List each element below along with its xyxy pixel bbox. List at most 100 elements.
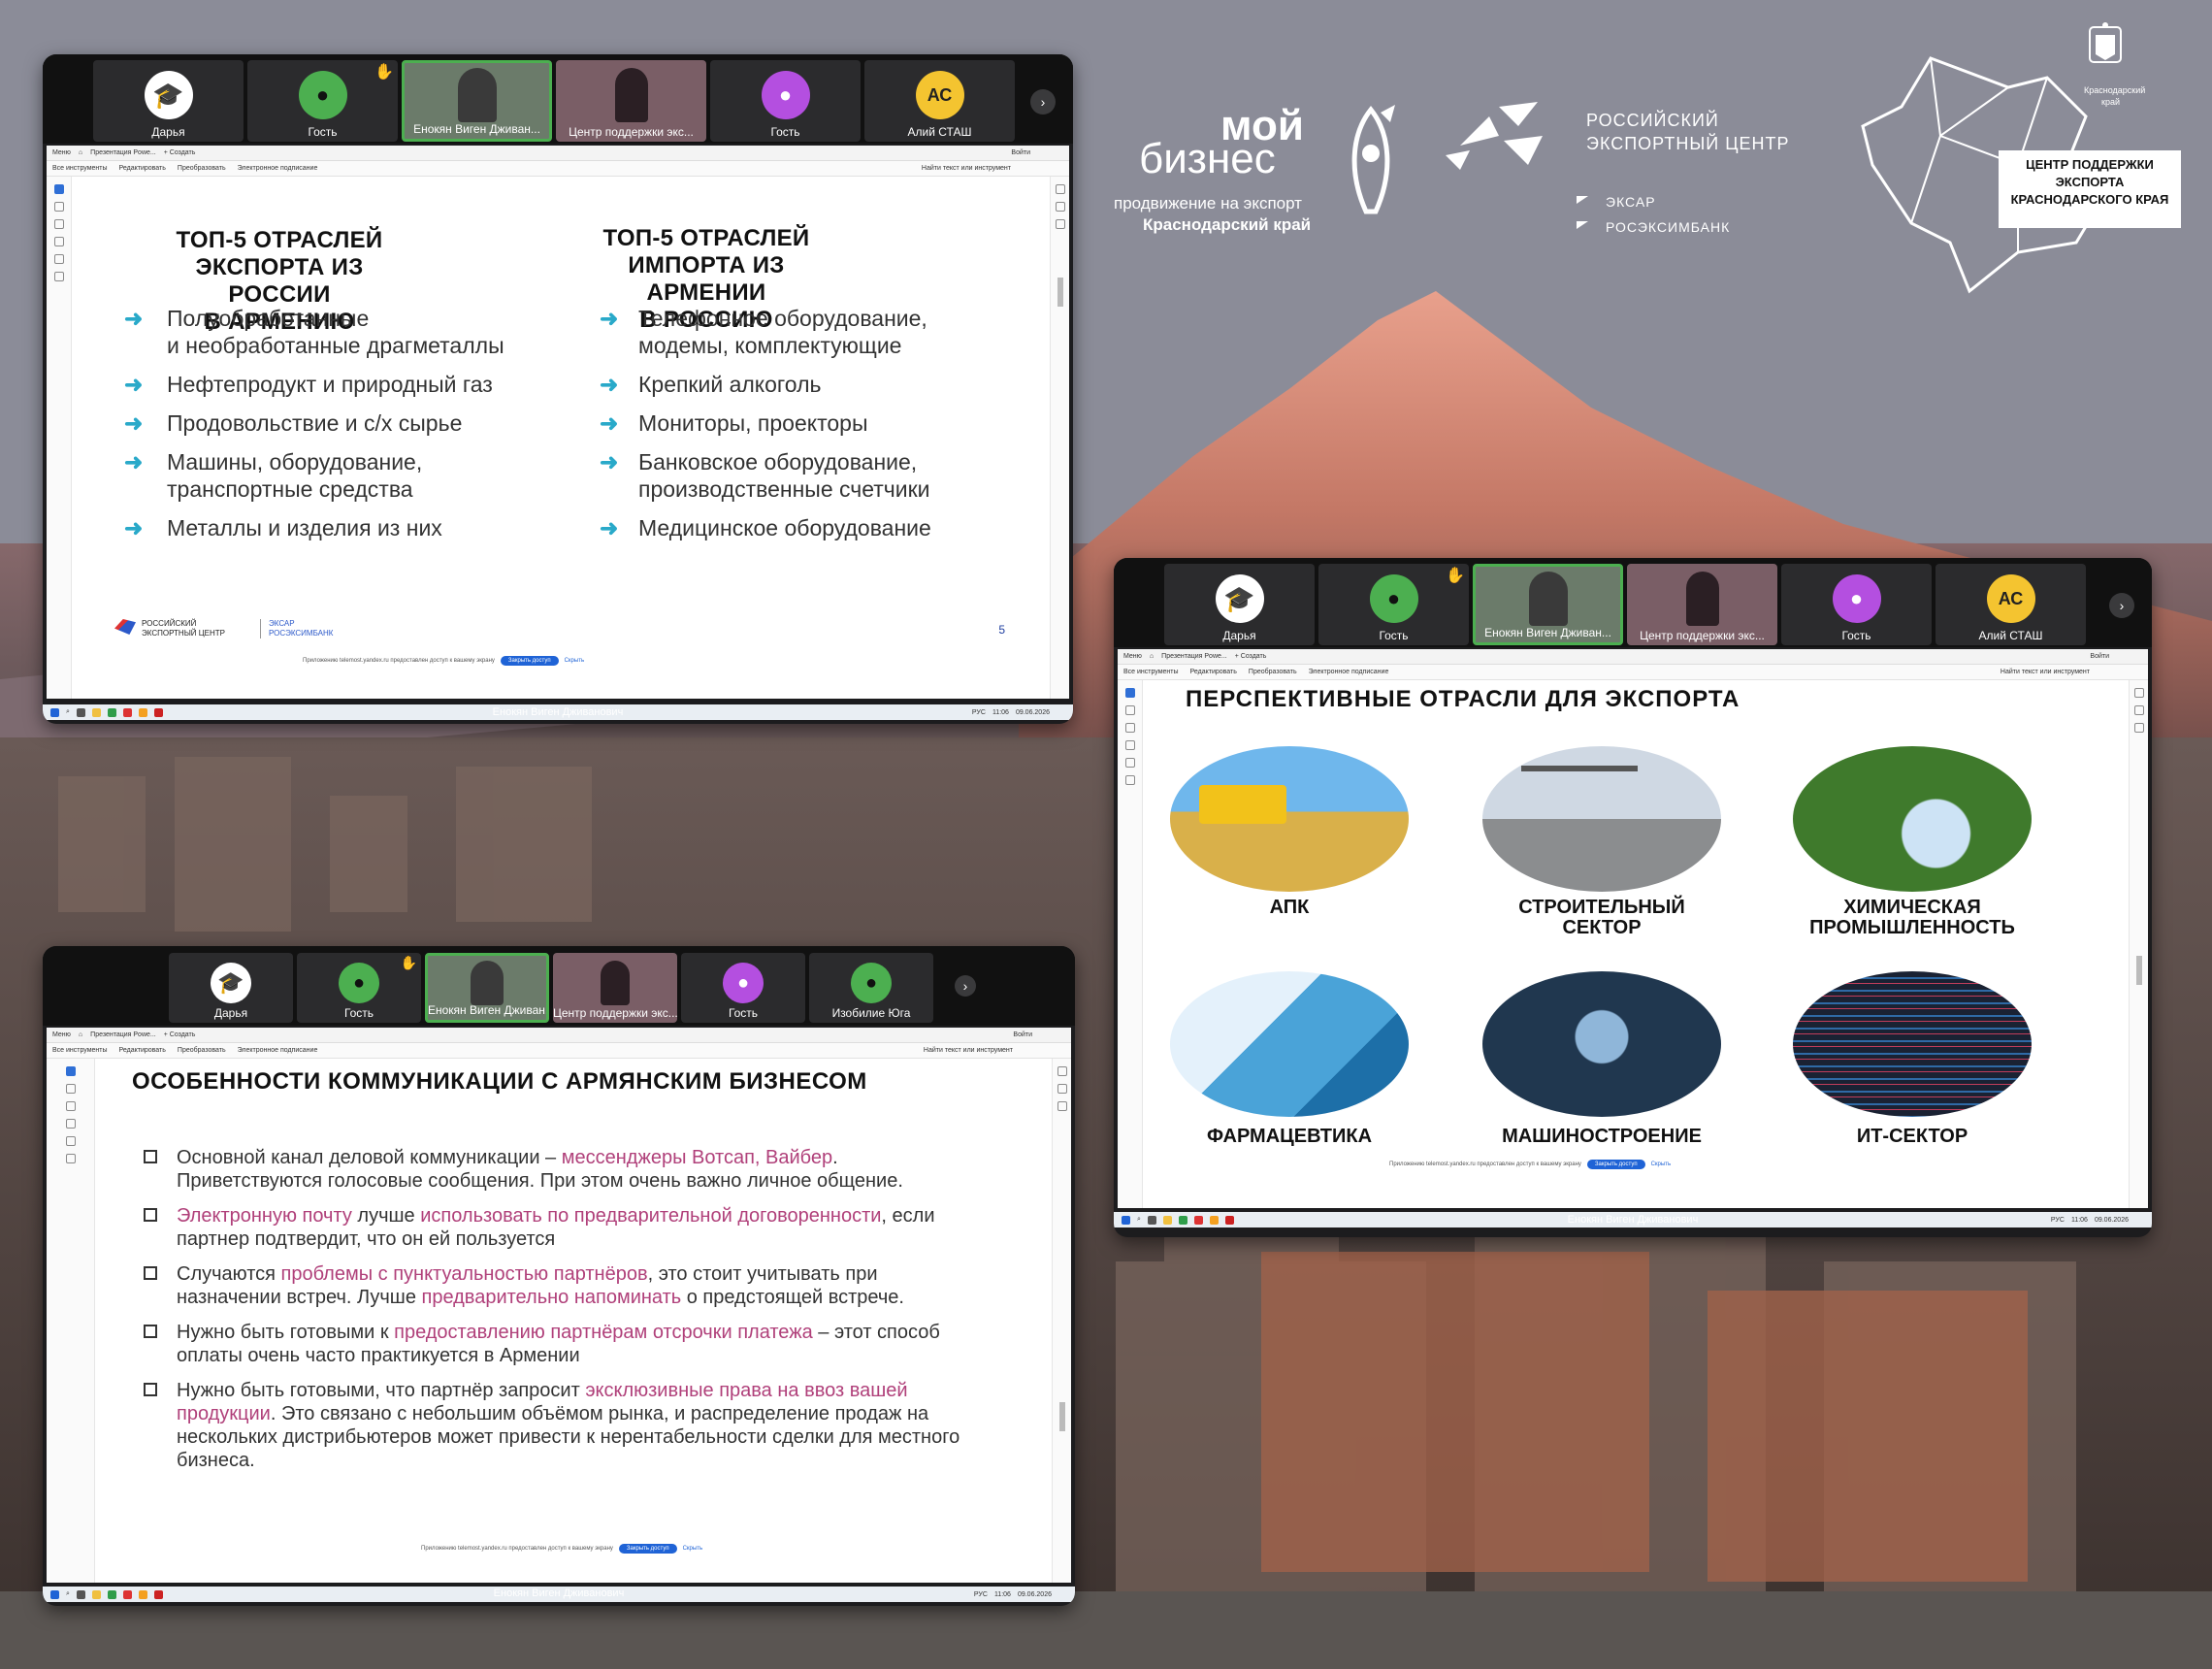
- stop-sharing-button[interactable]: Закрыть доступ: [500, 656, 559, 666]
- tool-esign[interactable]: Электронное подписание: [238, 165, 318, 172]
- highlight-icon[interactable]: [53, 237, 64, 246]
- sign-icon[interactable]: [65, 1154, 76, 1163]
- participant-tile[interactable]: 🎓 Дарья: [169, 953, 293, 1023]
- slide-page: ПЕРСПЕКТИВНЫЕ ОТРАСЛИ ДЛЯ ЭКСПОРТА АПК С…: [1147, 680, 2125, 1208]
- chevron-right-icon[interactable]: ›: [955, 975, 976, 997]
- participant-tile[interactable]: ● Гость: [681, 953, 805, 1023]
- tool-convert[interactable]: Преобразовать: [178, 1047, 226, 1054]
- tool-convert[interactable]: Преобразовать: [1249, 669, 1297, 675]
- chevron-right-icon[interactable]: ›: [1030, 89, 1056, 115]
- participant-tile[interactable]: ● Гость ✋: [247, 60, 398, 142]
- participant-tile-speaker[interactable]: Енокян Виген Дживан...: [1473, 564, 1623, 645]
- menu-button[interactable]: Меню: [52, 1031, 71, 1038]
- tool-all[interactable]: Все инструменты: [52, 1047, 108, 1054]
- pen-icon[interactable]: [53, 219, 64, 229]
- search-tool[interactable]: Найти текст или инструмент: [922, 165, 1011, 172]
- sign-icon[interactable]: [1124, 775, 1135, 785]
- text-icon[interactable]: [1124, 758, 1135, 768]
- login-button[interactable]: Войти: [1011, 149, 1030, 156]
- hide-link[interactable]: Скрыть: [1651, 1162, 1671, 1167]
- pen-icon[interactable]: [1124, 723, 1135, 733]
- tool-edit[interactable]: Редактировать: [1190, 669, 1237, 675]
- document-tab[interactable]: Презентация Powe...: [1161, 653, 1227, 660]
- scrollbar[interactable]: [2135, 956, 2142, 985]
- chevron-right-icon[interactable]: ›: [2109, 593, 2134, 618]
- tool-edit[interactable]: Редактировать: [119, 1047, 166, 1054]
- stop-sharing-button[interactable]: Закрыть доступ: [1586, 1160, 1645, 1169]
- participant-tile[interactable]: Центр поддержки экс...: [556, 60, 706, 142]
- login-button[interactable]: Войти: [2090, 653, 2109, 660]
- participant-tile-speaker[interactable]: Енокян Виген Дживан...: [402, 60, 552, 142]
- hide-link[interactable]: Скрыть: [683, 1546, 702, 1552]
- participant-tile[interactable]: ● Гость ✋: [297, 953, 421, 1023]
- import-list: ➜ Телефонное оборудование, модемы, комплек…: [600, 305, 1026, 553]
- sign-icon[interactable]: [53, 272, 64, 281]
- participant-tile[interactable]: 🎓 Дарья: [1164, 564, 1315, 645]
- home-icon[interactable]: ⌂: [79, 1031, 82, 1038]
- search-tool[interactable]: Найти текст или инструмент: [924, 1047, 1013, 1054]
- harvester-shape: [1199, 785, 1286, 824]
- comment-icon[interactable]: [1055, 184, 1065, 194]
- stop-sharing-button[interactable]: Закрыть доступ: [618, 1544, 677, 1554]
- document-tab[interactable]: Презентация Powe...: [90, 149, 156, 156]
- pages-icon[interactable]: [1057, 1101, 1067, 1111]
- participant-tile[interactable]: ● Изобилие Юга: [809, 953, 933, 1023]
- menu-button[interactable]: Меню: [1123, 653, 1142, 660]
- participant-tile[interactable]: 🎓 Дарья: [93, 60, 244, 142]
- participant-tile[interactable]: ● Гость: [1781, 564, 1932, 645]
- sector-label-line: ИТ-СЕКТОР: [1856, 1126, 1968, 1147]
- tool-all[interactable]: Все инструменты: [52, 165, 108, 172]
- document-tab[interactable]: Презентация Powe...: [90, 1031, 156, 1038]
- new-tab-button[interactable]: + Создать: [164, 1031, 196, 1038]
- text-icon[interactable]: [53, 254, 64, 264]
- home-icon[interactable]: ⌂: [79, 149, 82, 156]
- text-icon[interactable]: [65, 1136, 76, 1146]
- participant-tile-speaker[interactable]: Енокян Виген Дживан...: [425, 953, 549, 1023]
- zoom-icon[interactable]: [1124, 705, 1135, 715]
- menu-button[interactable]: Меню: [52, 149, 71, 156]
- tool-convert[interactable]: Преобразовать: [178, 165, 226, 172]
- comment-icon[interactable]: [2133, 688, 2144, 698]
- zoom-icon[interactable]: [53, 202, 64, 212]
- viewer-titlebar: Меню ⌂ Презентация Powe... + Создать Вой…: [47, 146, 1069, 161]
- bookmark-icon[interactable]: [1057, 1084, 1067, 1094]
- participant-name: Алий СТАШ: [907, 125, 972, 139]
- hide-link[interactable]: Скрыть: [565, 658, 584, 664]
- select-tool-icon[interactable]: [65, 1066, 76, 1076]
- checkbox-bullet-icon: [144, 1150, 157, 1163]
- new-tab-button[interactable]: + Создать: [164, 149, 196, 156]
- pages-icon[interactable]: [2133, 723, 2144, 733]
- item-line: Продовольствие и с/х сырье: [167, 410, 463, 436]
- region-caption-1: Краснодарский: [2084, 85, 2146, 95]
- tool-esign[interactable]: Электронное подписание: [1309, 669, 1389, 675]
- scrollbar[interactable]: [1057, 278, 1063, 307]
- participant-tile[interactable]: Центр поддержки экс...: [553, 953, 677, 1023]
- participant-tile[interactable]: АС Алий СТАШ: [864, 60, 1015, 142]
- search-tool[interactable]: Найти текст или инструмент: [2001, 669, 2090, 675]
- tool-all[interactable]: Все инструменты: [1123, 669, 1179, 675]
- slide-title: ПЕРСПЕКТИВНЫЕ ОТРАСЛИ ДЛЯ ЭКСПОРТА: [1186, 686, 1740, 712]
- participant-tile[interactable]: АС Алий СТАШ: [1936, 564, 2086, 645]
- scrollbar[interactable]: [1058, 1402, 1065, 1431]
- new-tab-button[interactable]: + Создать: [1235, 653, 1267, 660]
- participant-tile[interactable]: ● Гость ✋: [1318, 564, 1469, 645]
- login-button[interactable]: Войти: [1013, 1031, 1032, 1038]
- arrow-right-icon: ➜: [124, 515, 144, 540]
- zoom-icon[interactable]: [65, 1084, 76, 1094]
- tool-edit[interactable]: Редактировать: [119, 165, 166, 172]
- bookmark-icon[interactable]: [2133, 705, 2144, 715]
- participant-tile[interactable]: Центр поддержки экс...: [1627, 564, 1777, 645]
- pen-icon[interactable]: [65, 1101, 76, 1111]
- sector-label-line: МАШИНОСТРОЕНИЕ: [1502, 1127, 1702, 1144]
- select-tool-icon[interactable]: [53, 184, 64, 194]
- tool-esign[interactable]: Электронное подписание: [238, 1047, 318, 1054]
- bookmark-icon[interactable]: [1055, 202, 1065, 212]
- highlight-icon[interactable]: [65, 1119, 76, 1129]
- participant-initials: АС: [915, 71, 964, 119]
- pages-icon[interactable]: [1055, 219, 1065, 229]
- home-icon[interactable]: ⌂: [1150, 653, 1154, 660]
- highlight-icon[interactable]: [1124, 740, 1135, 750]
- comment-icon[interactable]: [1057, 1066, 1067, 1076]
- select-tool-icon[interactable]: [1124, 688, 1135, 698]
- participant-tile[interactable]: ● Гость: [710, 60, 861, 142]
